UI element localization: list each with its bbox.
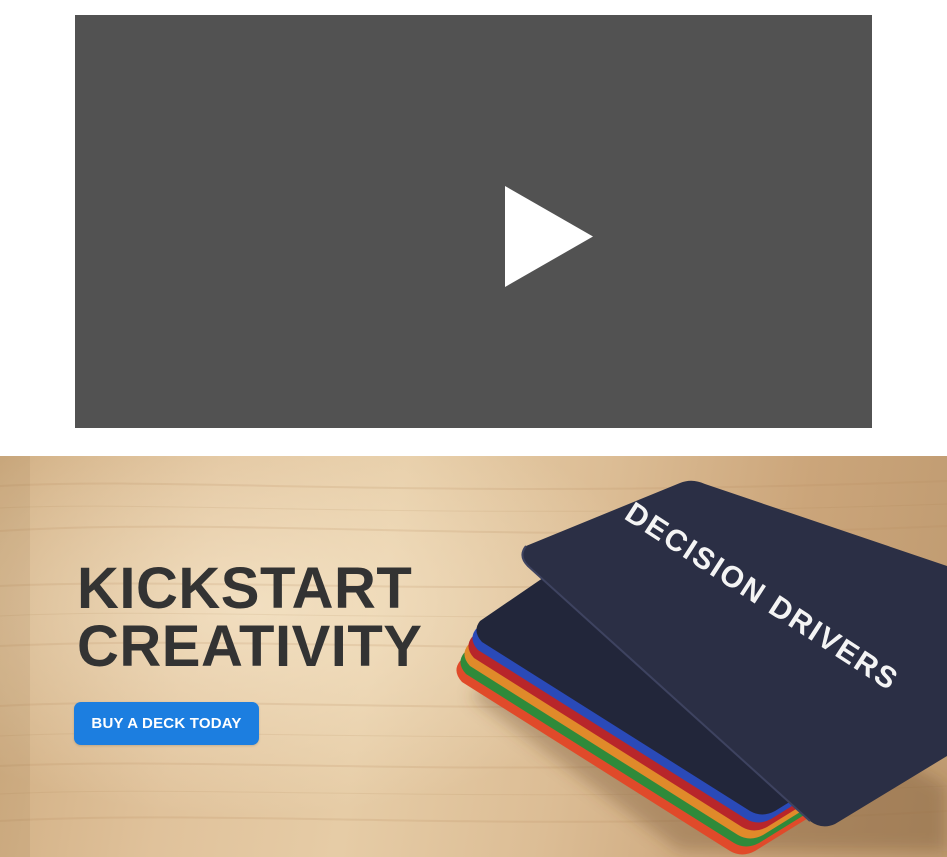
page: DECISION DRIVERS KICKSTART CREATIVITY BU… xyxy=(0,0,947,857)
hero-title: KICKSTART CREATIVITY xyxy=(77,560,423,676)
hero-banner: DECISION DRIVERS KICKSTART CREATIVITY BU… xyxy=(0,456,947,857)
play-icon[interactable] xyxy=(505,186,593,287)
card-deck-image: DECISION DRIVERS xyxy=(456,480,947,855)
buy-deck-button[interactable]: BUY A DECK TODAY xyxy=(74,702,259,745)
hero-title-line-2: CREATIVITY xyxy=(77,614,423,679)
video-player[interactable] xyxy=(75,15,872,428)
hero-title-line-1: KICKSTART xyxy=(77,556,413,621)
